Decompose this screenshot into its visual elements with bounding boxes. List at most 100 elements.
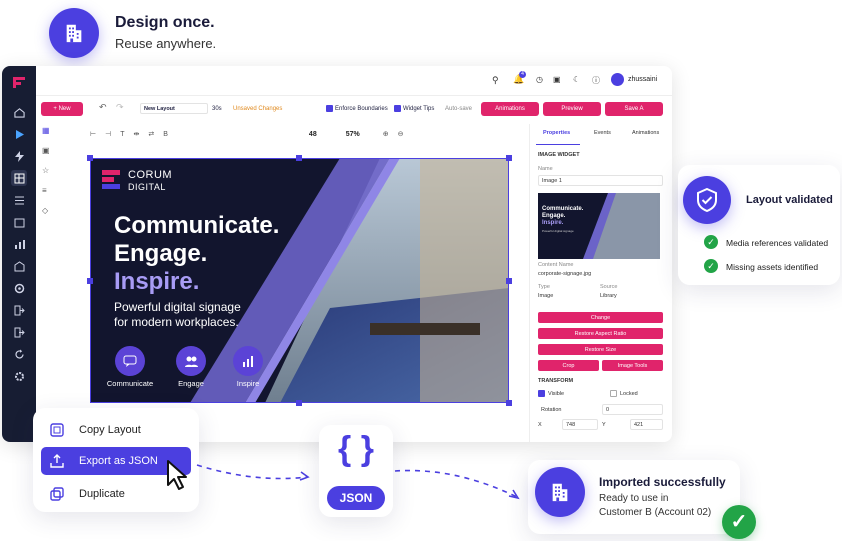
name-input[interactable]: Image 1 [538,175,663,186]
font-size-value[interactable]: 48 [309,131,317,138]
autosave-label[interactable]: Auto-save [445,106,472,112]
moon-icon[interactable]: ☾ [573,75,580,84]
name-label: Name [538,166,553,172]
star-icon[interactable]: ☆ [42,166,60,186]
widget-tips-label: Widget Tips [403,106,435,112]
rotation-input[interactable]: 0 [602,404,663,415]
zoom-in-icon[interactable]: ⊕ [383,130,389,138]
tab-events[interactable]: Events [594,130,611,136]
clock-icon[interactable]: ◷ [536,75,543,84]
source-label: Source [600,284,618,290]
layers-icon[interactable]: ≡ [42,186,60,206]
image-tools-button[interactable]: Image Tools [602,360,663,371]
bolt-icon[interactable] [11,148,27,164]
feature-inspire: Inspire [236,379,260,388]
change-button[interactable]: Change [538,312,663,323]
tab-animations[interactable]: Animations [632,130,659,136]
tagline-2: for modern workplaces. [114,315,239,329]
redo-icon[interactable]: ↷ [116,102,124,113]
preview-button[interactable]: Preview [543,102,601,116]
resize-handle-tm[interactable] [296,155,302,161]
visible-checkbox[interactable] [538,390,545,397]
grid-icon[interactable]: ▦ [42,126,60,146]
animations-button[interactable]: Animations [481,102,539,116]
export-icon[interactable] [11,302,27,318]
shapes-icon[interactable]: ◇ [42,206,60,226]
text-icon[interactable]: T [120,131,124,138]
zoom-value[interactable]: 57% [346,131,360,138]
building-icon-import [535,467,585,517]
undo-icon[interactable]: ↶ [99,102,107,113]
validation-title: Layout validated [746,194,833,206]
copy-icon [47,420,67,440]
nav-rail [2,66,36,442]
save-button[interactable]: Save A [605,102,663,116]
gear-icon[interactable] [11,368,27,384]
refresh-icon[interactable] [11,346,27,362]
y-label: Y [602,422,606,428]
resize-handle-bm[interactable] [296,400,302,406]
enforce-checkbox[interactable] [326,105,333,112]
rotation-label: Rotation [541,406,562,413]
thumb-line2: Engage. [542,213,566,219]
zoom-out-icon[interactable]: ⊖ [398,130,404,138]
logout-icon[interactable] [11,324,27,340]
restore-aspect-button[interactable]: Restore Aspect Ratio [538,328,663,339]
widget-tips-checkbox[interactable] [394,105,401,112]
list-icon[interactable] [11,192,27,208]
resize-handle-mr[interactable] [506,278,512,284]
search-icon[interactable]: ⚲ [492,75,499,86]
inspire-icon [233,346,263,376]
align-left-icon[interactable]: ⊢ [90,130,96,138]
menu-export-label: Export as JSON [79,455,158,467]
x-label: X [538,422,542,428]
enforce-label: Enforce Boundaries [335,106,388,112]
save-label: Save A [624,106,644,112]
menu-copy-layout[interactable]: Copy Layout [41,416,191,444]
avatar[interactable] [611,73,624,86]
username[interactable]: zhussaini [628,76,657,83]
help-icon[interactable]: ⓘ [592,75,600,86]
layouts-icon[interactable] [11,170,27,186]
headline-1: Communicate. [114,212,280,239]
check-icon: ✓ [704,259,718,273]
play-icon[interactable] [11,126,27,142]
resize-handle-br[interactable] [506,400,512,406]
section-title: IMAGE WIDGET [538,152,580,158]
resize-handle-tr[interactable] [506,155,512,161]
image-icon[interactable]: ▣ [42,146,60,166]
brand-corum: CORUM [128,169,173,181]
y-input[interactable]: 421 [630,419,663,430]
logo-icon [11,74,27,90]
chart-icon[interactable] [11,236,27,252]
shield-check-icon [683,176,731,224]
check-icon: ✓ [704,235,718,249]
tab-properties[interactable]: Properties [543,130,570,136]
transform-title: TRANSFORM [538,378,574,384]
tagline-1: Powerful digital signage [114,300,241,314]
x-input[interactable]: 748 [562,419,598,430]
bold-icon[interactable]: B [163,131,168,138]
resize-handle-ml[interactable] [87,278,93,284]
properties-panel: Properties Events Animations IMAGE WIDGE… [529,124,672,442]
home-icon[interactable] [11,104,27,120]
locked-checkbox[interactable] [610,390,617,397]
crop-button[interactable]: Crop [538,360,599,371]
cart-icon[interactable]: ▣ [553,75,561,84]
layout-name-input[interactable]: New Layout [140,103,208,114]
distribute-icon[interactable]: ⇹ [134,130,140,138]
calendar-icon[interactable] [11,214,27,230]
menu-copy-label: Copy Layout [79,424,141,436]
duration-value[interactable]: 30s [212,106,222,112]
animations-label: Animations [495,106,525,112]
settings-icon[interactable] [11,280,27,296]
align-center-icon[interactable]: ⊣ [105,130,111,138]
upload-icon [47,451,67,471]
preview-label: Preview [561,106,583,112]
new-button[interactable]: + New [41,102,83,116]
flip-icon[interactable]: ⇄ [148,130,154,138]
building-icon[interactable] [11,258,27,274]
resize-handle-tl[interactable] [87,155,93,161]
restore-size-button[interactable]: Restore Size [538,344,663,355]
canvas-slide[interactable]: CORUM DIGITAL Communicate. Engage. Inspi… [90,158,509,403]
